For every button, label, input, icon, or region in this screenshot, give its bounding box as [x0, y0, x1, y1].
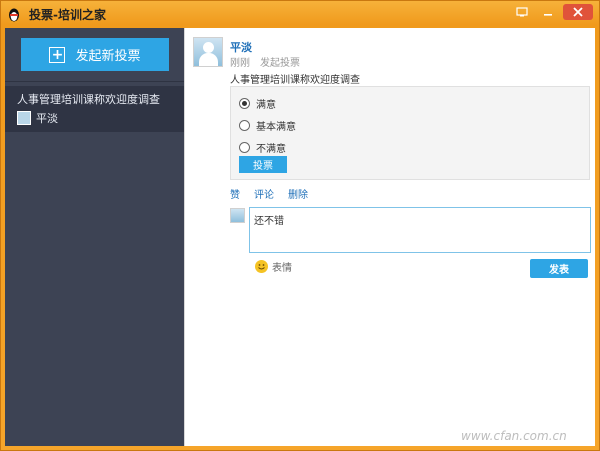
- post-time: 刚刚: [230, 58, 250, 69]
- watermark: www.cfan.com.cn: [461, 429, 567, 443]
- vote-button[interactable]: 投票: [239, 156, 287, 173]
- sidebar: + 发起新投票 人事管理培训课称欢迎度调查 平淡: [5, 28, 184, 446]
- option-unsatisfied[interactable]: 不满意: [239, 140, 286, 155]
- qq-penguin-icon: [6, 7, 22, 23]
- comment-link[interactable]: 评论: [254, 186, 274, 201]
- option-satisfied[interactable]: 满意: [239, 96, 276, 111]
- option-label: 基本满意: [256, 122, 296, 133]
- vote-item-user: 平淡: [36, 112, 58, 125]
- emoji-label: 表情: [272, 263, 292, 274]
- sidebar-vote-item[interactable]: 人事管理培训课称欢迎度调查 平淡: [5, 86, 184, 132]
- comment-input[interactable]: 还不错: [249, 207, 591, 253]
- avatar-icon: [17, 111, 31, 125]
- radio-checked-icon[interactable]: [239, 98, 250, 109]
- title-bar[interactable]: 投票-培训之家: [1, 1, 599, 28]
- delete-link[interactable]: 删除: [288, 186, 308, 201]
- vote-item-title: 人事管理培训课称欢迎度调查: [17, 93, 160, 106]
- post-action: 发起投票: [260, 58, 300, 69]
- vote-question: 人事管理培训课称欢迎度调查: [230, 75, 360, 86]
- radio-icon[interactable]: [239, 142, 250, 153]
- new-vote-label: 发起新投票: [75, 49, 141, 64]
- minimize-icon[interactable]: [537, 4, 559, 20]
- option-basically-satisfied[interactable]: 基本满意: [239, 118, 296, 133]
- close-icon[interactable]: [563, 4, 593, 20]
- option-label: 不满意: [256, 144, 286, 155]
- option-label: 满意: [256, 100, 276, 111]
- vote-options-box: 满意 基本满意 不满意 投票: [230, 86, 590, 180]
- plus-icon: +: [49, 46, 66, 63]
- new-vote-button[interactable]: + 发起新投票: [21, 38, 169, 71]
- send-button[interactable]: 发表: [530, 259, 588, 278]
- menu-icon[interactable]: [511, 4, 533, 20]
- radio-icon[interactable]: [239, 120, 250, 131]
- commenter-avatar: [230, 208, 245, 223]
- smiley-icon: [255, 260, 268, 273]
- like-link[interactable]: 赞: [230, 186, 240, 201]
- emoji-button[interactable]: 表情: [255, 259, 292, 274]
- author-name[interactable]: 平淡: [230, 39, 252, 55]
- sidebar-divider: [5, 81, 184, 82]
- main-panel: 平淡 刚刚 发起投票 人事管理培训课称欢迎度调查 满意 基本满意 不满意 投票 …: [184, 28, 595, 446]
- app-window: 投票-培训之家 + 发起新投票 人事管理培训课称欢迎度调查 平淡 平淡 刚刚 发…: [0, 0, 600, 451]
- client-area: + 发起新投票 人事管理培训课称欢迎度调查 平淡 平淡 刚刚 发起投票 人事管理…: [5, 28, 595, 446]
- window-title: 投票-培训之家: [29, 8, 106, 22]
- author-avatar[interactable]: [193, 37, 223, 67]
